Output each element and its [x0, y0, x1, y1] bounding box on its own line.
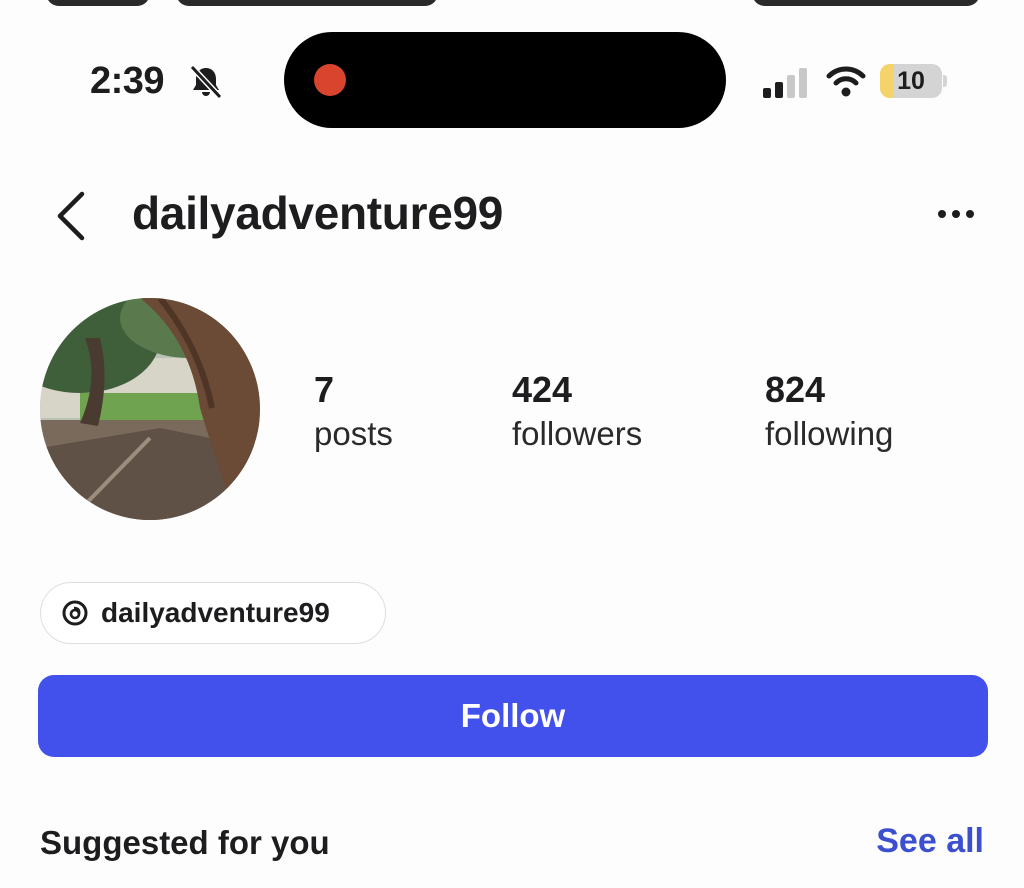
page-title: dailyadventure99	[132, 187, 504, 239]
stat-following[interactable]: 824 following	[765, 368, 893, 456]
posts-label: posts	[314, 415, 393, 452]
battery-level: 10	[897, 67, 925, 95]
threads-icon	[62, 600, 88, 626]
threads-handle: dailyadventure99	[101, 597, 330, 628]
more-options-button[interactable]	[932, 198, 980, 230]
followers-label: followers	[512, 415, 643, 452]
following-label: following	[765, 415, 894, 452]
following-count: 824	[765, 369, 826, 410]
status-time: 2:39	[90, 60, 165, 102]
followers-count: 424	[512, 369, 573, 410]
back-button[interactable]	[48, 188, 92, 244]
see-all-link[interactable]: See all	[876, 822, 984, 861]
profile-screen: 2:39 10 dailyadventure99 7 posts 424 fol…	[0, 0, 1024, 888]
recording-indicator	[314, 64, 346, 96]
threads-badge[interactable]: dailyadventure99	[40, 582, 386, 644]
suggested-title: Suggested for you	[40, 824, 330, 861]
wifi-icon	[826, 66, 866, 97]
dynamic-island	[284, 32, 726, 128]
avatar[interactable]	[40, 298, 260, 520]
battery-icon: 10	[880, 64, 947, 98]
posts-count: 7	[314, 369, 335, 410]
device-bezel-left	[46, 0, 150, 6]
device-bezel-right	[752, 0, 980, 6]
follow-button[interactable]: Follow	[38, 675, 988, 757]
device-bezel-center	[176, 0, 438, 6]
bell-muted-icon	[189, 64, 223, 100]
stat-posts[interactable]: 7 posts	[314, 368, 393, 456]
signal-icon	[763, 68, 807, 98]
stat-followers[interactable]: 424 followers	[512, 368, 642, 456]
